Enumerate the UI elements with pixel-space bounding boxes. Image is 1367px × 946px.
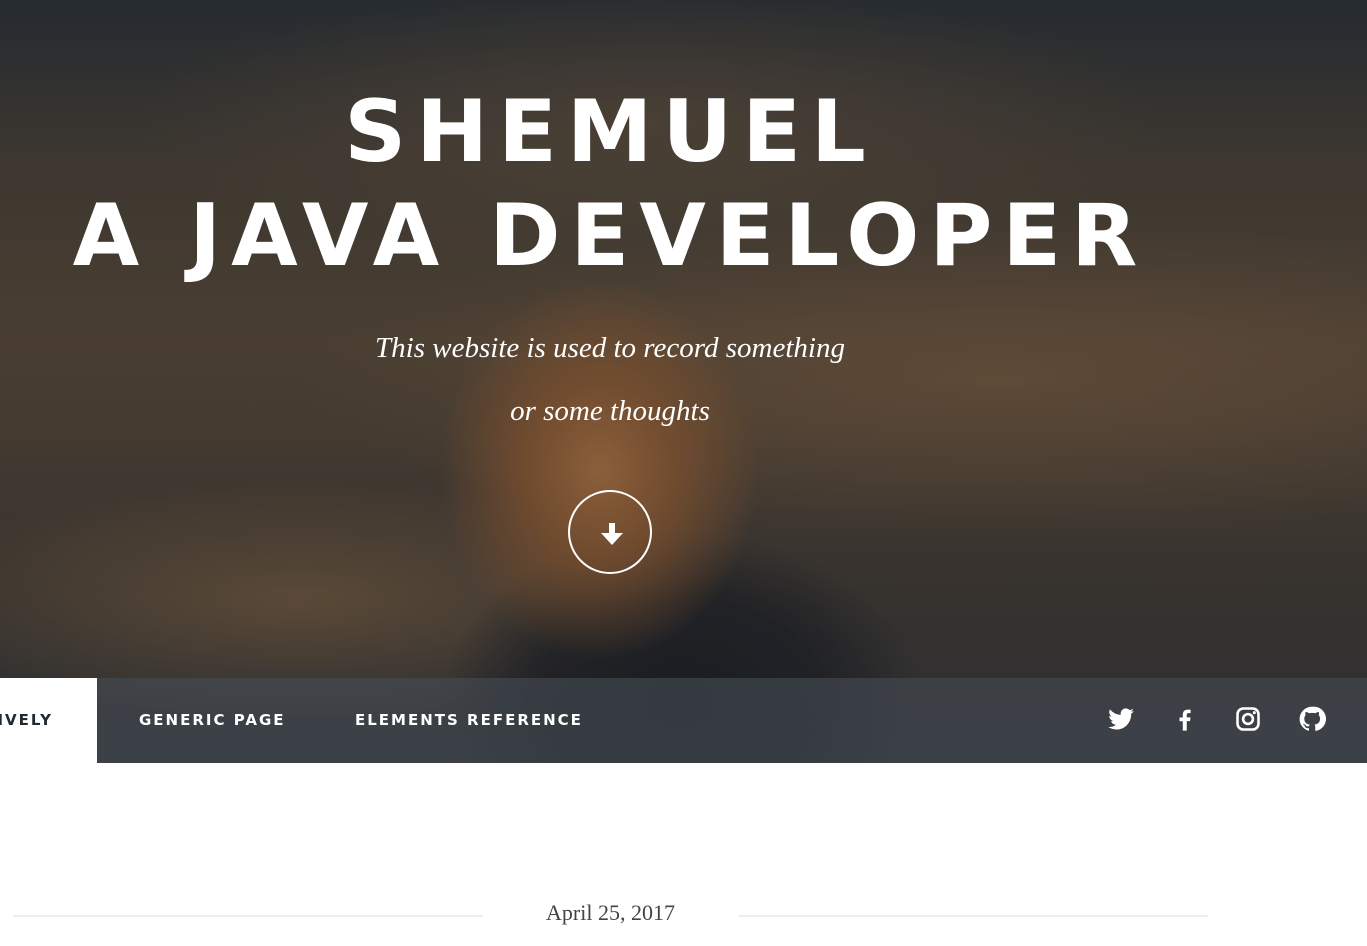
hero-title-line2: A JAVA DEVELOPER bbox=[72, 186, 1148, 286]
nav-item-active[interactable]: SIVELY bbox=[0, 678, 97, 763]
facebook-icon[interactable] bbox=[1171, 705, 1199, 733]
post-date: April 25, 2017 bbox=[546, 900, 675, 925]
nav-item-elements-reference[interactable]: ELEMENTS REFERENCE bbox=[355, 678, 583, 763]
instagram-icon[interactable] bbox=[1234, 705, 1262, 733]
scroll-down-button[interactable] bbox=[568, 490, 652, 574]
hero-title: SHEMUEL A JAVA DEVELOPER bbox=[0, 80, 1220, 288]
date-divider-right bbox=[738, 915, 1208, 917]
arrow-down-icon bbox=[601, 523, 623, 545]
hero-subtitle-line1: This website is used to record something bbox=[375, 332, 845, 364]
nav-bar: SIVELY GENERIC PAGE ELEMENTS REFERENCE bbox=[0, 678, 1367, 763]
hero-banner: SHEMUEL A JAVA DEVELOPER This website is… bbox=[0, 0, 1367, 763]
nav-item-generic-page[interactable]: GENERIC PAGE bbox=[139, 678, 286, 763]
nav-item-label: SIVELY bbox=[0, 711, 53, 729]
hero-title-line1: SHEMUEL bbox=[344, 82, 876, 182]
date-divider-left bbox=[13, 915, 483, 917]
hero-subtitle-line2: or some thoughts bbox=[510, 395, 710, 427]
github-icon[interactable] bbox=[1298, 705, 1326, 733]
twitter-icon[interactable] bbox=[1107, 705, 1135, 733]
